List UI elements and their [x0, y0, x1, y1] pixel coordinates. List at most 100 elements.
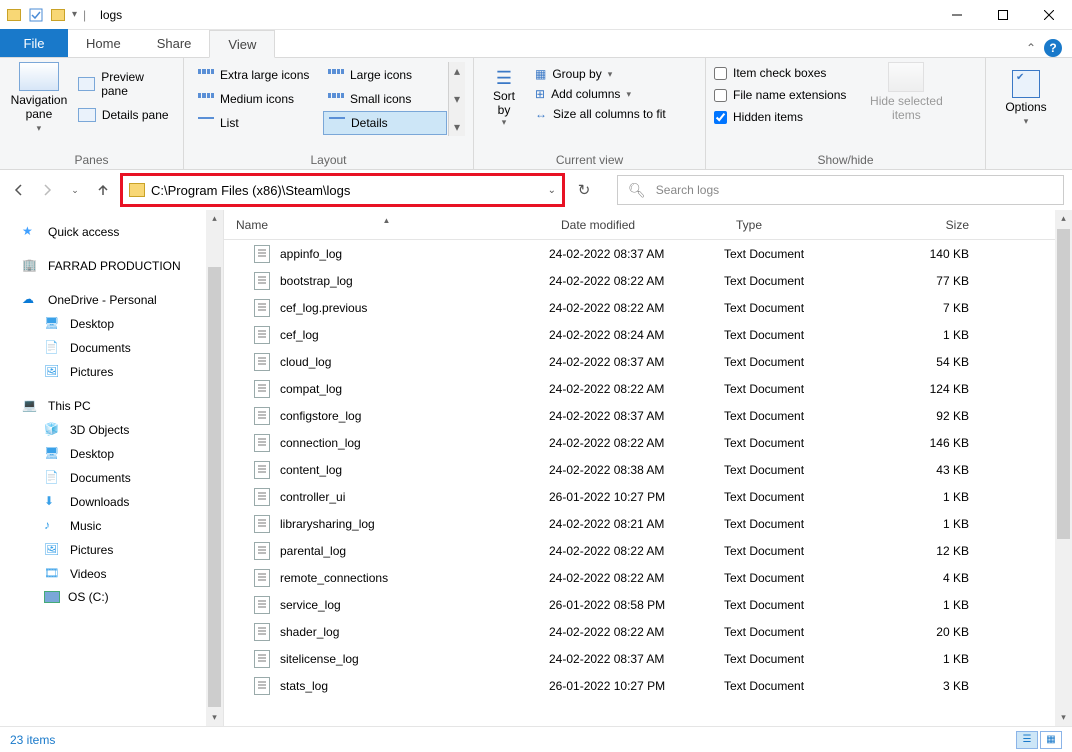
- header-size[interactable]: Size: [879, 218, 999, 232]
- cloud-icon: ☁: [22, 292, 40, 308]
- file-date: 24-02-2022 08:21 AM: [549, 517, 724, 531]
- table-row[interactable]: sitelicense_log24-02-2022 08:37 AMText D…: [224, 645, 1055, 672]
- view-thumbnails-toggle[interactable]: ▦: [1040, 731, 1062, 749]
- folder-icon: [129, 183, 145, 197]
- address-dropdown-icon[interactable]: ⌄: [548, 185, 556, 196]
- view-details-toggle[interactable]: ☰: [1016, 731, 1038, 749]
- add-columns-button[interactable]: ⊞Add columns ▾: [532, 86, 669, 102]
- qat-checkbox-icon[interactable]: [28, 7, 44, 23]
- header-name[interactable]: Name: [224, 218, 549, 232]
- sidebar-od-desktop[interactable]: 🖥Desktop: [0, 312, 206, 336]
- scroll-down-icon[interactable]: ▾: [206, 709, 223, 726]
- sort-by-button[interactable]: ☰ Sort by ▾: [482, 62, 526, 134]
- table-row[interactable]: cef_log24-02-2022 08:24 AMText Document1…: [224, 321, 1055, 348]
- table-row[interactable]: remote_connections24-02-2022 08:22 AMTex…: [224, 564, 1055, 591]
- scroll-down-icon[interactable]: ▾: [1055, 709, 1072, 726]
- sidebar-od-documents[interactable]: 📄Documents: [0, 336, 206, 360]
- close-button[interactable]: [1026, 0, 1072, 30]
- scrollbar-thumb[interactable]: [1057, 229, 1070, 539]
- file-date: 26-01-2022 08:58 PM: [549, 598, 724, 612]
- sidebar-downloads[interactable]: ⬇Downloads: [0, 490, 206, 514]
- layout-list[interactable]: List: [193, 111, 323, 135]
- search-box[interactable]: 🔍︎ Search logs: [617, 175, 1064, 205]
- tab-view[interactable]: View: [209, 30, 275, 58]
- desktop-icon: 🖥: [44, 446, 62, 462]
- text-file-icon: [254, 515, 270, 533]
- file-size: 1 KB: [879, 598, 999, 612]
- layout-medium-icons[interactable]: Medium icons: [193, 87, 323, 111]
- file-date: 24-02-2022 08:22 AM: [549, 301, 724, 315]
- navigation-pane-icon: [19, 62, 59, 91]
- size-all-columns-button[interactable]: ↔Size all columns to fit: [532, 106, 669, 122]
- sidebar-desktop[interactable]: 🖥Desktop: [0, 442, 206, 466]
- layout-details[interactable]: Details: [323, 111, 447, 135]
- file-name: cef_log.previous: [280, 301, 367, 315]
- group-by-icon: ▦: [535, 67, 546, 81]
- address-bar[interactable]: ⌄: [120, 173, 565, 207]
- table-row[interactable]: cef_log.previous24-02-2022 08:22 AMText …: [224, 294, 1055, 321]
- refresh-button[interactable]: ↻: [571, 177, 597, 203]
- preview-pane-icon: [78, 77, 95, 91]
- layout-large-icons[interactable]: Large icons: [323, 63, 447, 87]
- table-row[interactable]: configstore_log24-02-2022 08:37 AMText D…: [224, 402, 1055, 429]
- layout-extra-large-icons[interactable]: Extra large icons: [193, 63, 323, 87]
- list-scrollbar[interactable]: ▴ ▾: [1055, 210, 1072, 726]
- table-row[interactable]: cloud_log24-02-2022 08:37 AMText Documen…: [224, 348, 1055, 375]
- group-by-button[interactable]: ▦Group by ▾: [532, 66, 669, 82]
- table-row[interactable]: content_log24-02-2022 08:38 AMText Docum…: [224, 456, 1055, 483]
- table-row[interactable]: librarysharing_log24-02-2022 08:21 AMTex…: [224, 510, 1055, 537]
- sidebar-3d-objects[interactable]: 🧊3D Objects: [0, 418, 206, 442]
- sidebar-this-pc[interactable]: 💻This PC: [0, 394, 206, 418]
- up-button[interactable]: [92, 179, 114, 201]
- item-check-boxes-checkbox[interactable]: Item check boxes: [714, 66, 846, 80]
- sidebar-scrollbar[interactable]: ▴ ▾: [206, 210, 223, 726]
- qat-overflow-icon[interactable]: ▾: [72, 9, 77, 20]
- scrollbar-thumb[interactable]: [208, 267, 221, 707]
- file-name: sitelicense_log: [280, 652, 359, 666]
- sidebar-farrad-production[interactable]: 🏢FARRAD PRODUCTION: [0, 254, 206, 278]
- maximize-button[interactable]: [980, 0, 1026, 30]
- details-pane-button[interactable]: Details pane: [74, 106, 175, 124]
- layout-gallery-scroll[interactable]: ▴▾▾: [448, 62, 465, 136]
- sidebar-os-c[interactable]: OS (C:): [0, 586, 206, 608]
- table-row[interactable]: connection_log24-02-2022 08:22 AMText Do…: [224, 429, 1055, 456]
- header-date[interactable]: Date modified: [549, 218, 724, 232]
- forward-button[interactable]: [36, 179, 58, 201]
- file-name-extensions-checkbox[interactable]: File name extensions: [714, 88, 846, 102]
- help-icon[interactable]: ?: [1044, 39, 1062, 57]
- sidebar-pictures[interactable]: 🖼Pictures: [0, 538, 206, 562]
- table-row[interactable]: compat_log24-02-2022 08:22 AMText Docume…: [224, 375, 1055, 402]
- table-row[interactable]: controller_ui26-01-2022 10:27 PMText Doc…: [224, 483, 1055, 510]
- table-row[interactable]: shader_log24-02-2022 08:22 AMText Docume…: [224, 618, 1055, 645]
- table-row[interactable]: parental_log24-02-2022 08:22 AMText Docu…: [224, 537, 1055, 564]
- options-button[interactable]: Options ▾: [994, 62, 1058, 134]
- text-file-icon: [254, 488, 270, 506]
- hide-selected-items-button[interactable]: Hide selected items: [860, 62, 952, 151]
- scroll-up-icon[interactable]: ▴: [1055, 210, 1072, 227]
- table-row[interactable]: stats_log26-01-2022 10:27 PMText Documen…: [224, 672, 1055, 699]
- table-row[interactable]: service_log26-01-2022 08:58 PMText Docum…: [224, 591, 1055, 618]
- back-button[interactable]: [8, 179, 30, 201]
- hidden-items-checkbox[interactable]: Hidden items: [714, 110, 846, 124]
- tab-share[interactable]: Share: [139, 29, 210, 57]
- layout-small-icons[interactable]: Small icons: [323, 87, 447, 111]
- sidebar-videos[interactable]: 🎞Videos: [0, 562, 206, 586]
- scroll-up-icon[interactable]: ▴: [206, 210, 223, 227]
- table-row[interactable]: bootstrap_log24-02-2022 08:22 AMText Doc…: [224, 267, 1055, 294]
- recent-locations-button[interactable]: ⌄: [64, 179, 86, 201]
- address-input[interactable]: [151, 183, 542, 198]
- sidebar-documents[interactable]: 📄Documents: [0, 466, 206, 490]
- ribbon-collapse-icon[interactable]: ⌃: [1026, 41, 1036, 55]
- minimize-button[interactable]: [934, 0, 980, 30]
- header-type[interactable]: Type: [724, 218, 879, 232]
- navigation-pane-button[interactable]: Navigation pane ▾: [8, 62, 70, 134]
- table-row[interactable]: appinfo_log24-02-2022 08:37 AMText Docum…: [224, 240, 1055, 267]
- preview-pane-button[interactable]: Preview pane: [74, 68, 175, 100]
- tab-home[interactable]: Home: [68, 29, 139, 57]
- sidebar-onedrive[interactable]: ☁OneDrive - Personal: [0, 288, 206, 312]
- group-label-layout: Layout: [192, 151, 465, 167]
- tab-file[interactable]: File: [0, 29, 68, 57]
- sidebar-quick-access[interactable]: ★Quick access: [0, 220, 206, 244]
- sidebar-od-pictures[interactable]: 🖼Pictures: [0, 360, 206, 384]
- sidebar-music[interactable]: ♪Music: [0, 514, 206, 538]
